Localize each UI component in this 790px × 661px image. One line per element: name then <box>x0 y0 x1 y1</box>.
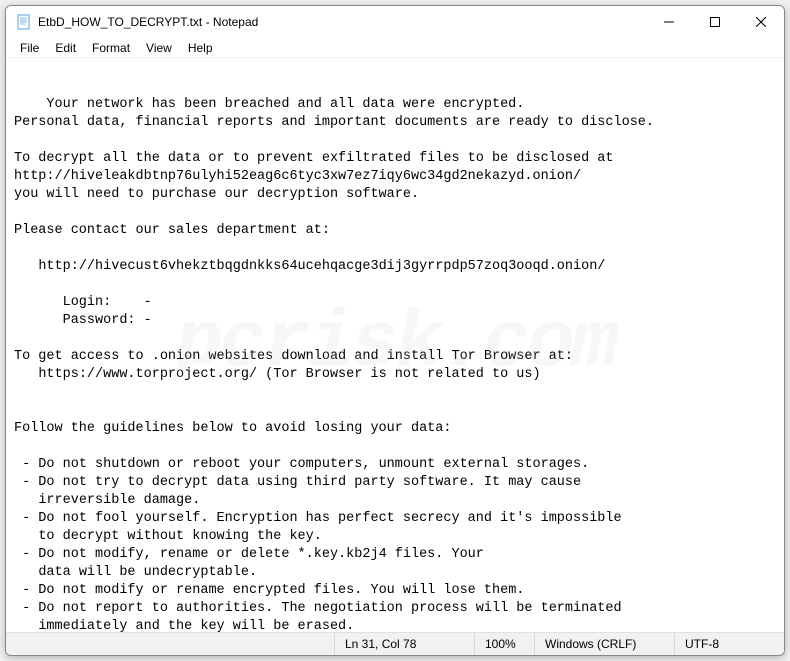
status-encoding: UTF-8 <box>674 633 784 655</box>
close-button[interactable] <box>738 6 784 38</box>
window-controls <box>646 6 784 38</box>
menu-file[interactable]: File <box>12 40 47 56</box>
text-area[interactable]: pcrisk.com Your network has been breache… <box>6 58 784 632</box>
menu-edit[interactable]: Edit <box>47 40 84 56</box>
status-position: Ln 31, Col 78 <box>334 633 474 655</box>
minimize-button[interactable] <box>646 6 692 38</box>
menubar: File Edit Format View Help <box>6 38 784 58</box>
notepad-icon <box>16 14 32 30</box>
menu-format[interactable]: Format <box>84 40 138 56</box>
statusbar: Ln 31, Col 78 100% Windows (CRLF) UTF-8 <box>6 632 784 655</box>
window-title: EtbD_HOW_TO_DECRYPT.txt - Notepad <box>38 15 258 29</box>
document-text: Your network has been breached and all d… <box>14 97 654 632</box>
status-line-ending: Windows (CRLF) <box>534 633 674 655</box>
titlebar: EtbD_HOW_TO_DECRYPT.txt - Notepad <box>6 6 784 38</box>
maximize-button[interactable] <box>692 6 738 38</box>
menu-help[interactable]: Help <box>180 40 221 56</box>
status-zoom: 100% <box>474 633 534 655</box>
notepad-window: EtbD_HOW_TO_DECRYPT.txt - Notepad File E… <box>5 5 785 656</box>
menu-view[interactable]: View <box>138 40 180 56</box>
